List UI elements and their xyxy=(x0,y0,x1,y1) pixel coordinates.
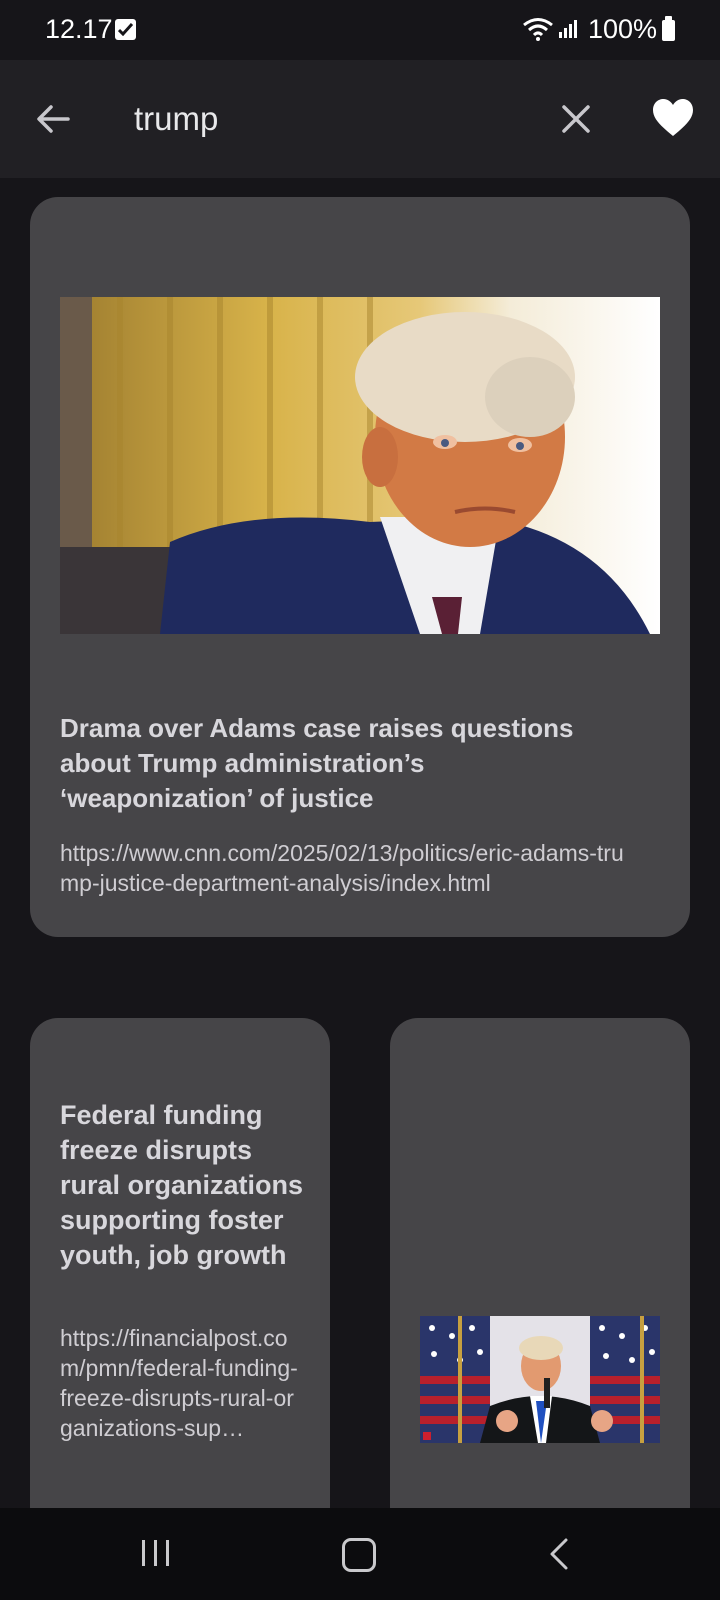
article-url: https://www.cnn.com/2025/02/13/politics/… xyxy=(60,840,624,896)
system-navigation-bar xyxy=(0,1508,720,1600)
battery-icon xyxy=(662,16,675,41)
checkbox-notification-icon xyxy=(115,19,136,40)
article-card[interactable] xyxy=(390,1018,690,1508)
status-time: 12.17 xyxy=(45,14,113,44)
recent-apps-icon[interactable] xyxy=(140,1538,172,1568)
status-bar: 12.17 100% xyxy=(0,0,720,60)
article-url: https://financialpost.com/pmn/federal-fu… xyxy=(60,1325,298,1441)
home-icon[interactable] xyxy=(342,1538,376,1572)
article-image xyxy=(60,297,660,634)
battery-percentage: 100% xyxy=(588,14,658,44)
article-title: Drama over Adams case raises questions a… xyxy=(60,713,574,813)
article-card[interactable]: Federal funding freeze disrupts rural or… xyxy=(30,1018,330,1508)
arrow-left-icon[interactable] xyxy=(34,100,72,138)
article-image xyxy=(420,1316,660,1443)
chevron-left-icon[interactable] xyxy=(548,1537,570,1571)
wifi-icon xyxy=(523,18,553,41)
close-icon[interactable] xyxy=(559,102,593,136)
results-feed: Drama over Adams case raises questions a… xyxy=(0,178,720,1508)
heart-icon[interactable] xyxy=(651,96,695,140)
article-card[interactable]: Drama over Adams case raises questions a… xyxy=(30,197,690,937)
search-app-bar: trump xyxy=(0,60,720,178)
article-title: Federal funding freeze disrupts rural or… xyxy=(60,1100,304,1270)
signal-icon xyxy=(559,20,577,38)
search-input[interactable]: trump xyxy=(134,100,218,138)
